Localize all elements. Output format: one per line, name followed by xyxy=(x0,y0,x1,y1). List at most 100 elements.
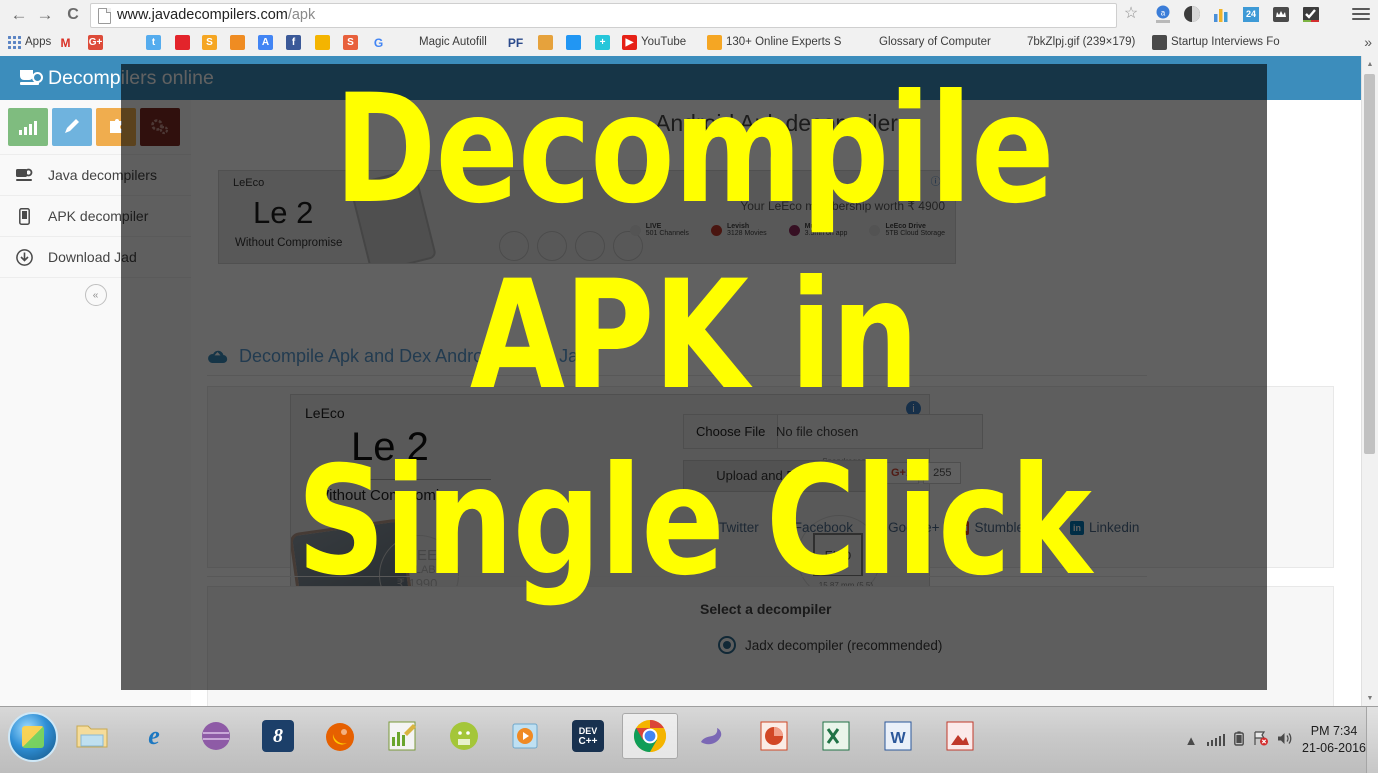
taskbar-item-sql-client[interactable] xyxy=(684,713,740,759)
water-drop-icon xyxy=(566,35,581,50)
reload-button[interactable]: C xyxy=(62,4,84,26)
chart-document-icon xyxy=(388,721,416,751)
bookmark-item[interactable]: M xyxy=(58,29,73,56)
taskbar-item-internet-explorer[interactable]: e xyxy=(126,713,182,759)
taskbar-item-image-editor[interactable] xyxy=(932,713,988,759)
apps-shortcut[interactable]: Apps xyxy=(8,29,51,56)
analytics-extension-icon[interactable] xyxy=(1210,4,1232,25)
bar-chart-icon xyxy=(19,121,37,135)
bookmark-item[interactable]: A xyxy=(258,29,273,56)
taskbar-item-excel[interactable] xyxy=(808,713,864,759)
svg-text:a: a xyxy=(1161,9,1166,18)
adsense-icon xyxy=(315,35,330,50)
taskbar-item-eight-app[interactable]: 8 xyxy=(250,713,306,759)
bookmark-item[interactable]: t xyxy=(146,29,161,56)
calendar-extension-icon[interactable]: 24 xyxy=(1240,4,1262,25)
ninja-icon xyxy=(538,35,553,50)
scroll-up-arrow-icon[interactable]: ▲ xyxy=(1362,56,1378,72)
bookmark-item[interactable]: S xyxy=(343,29,358,56)
taskbar-item-chart-editor[interactable] xyxy=(374,713,430,759)
opera-icon xyxy=(707,35,722,50)
action-center-flag-icon[interactable] xyxy=(1253,731,1269,749)
internet-explorer-icon: e xyxy=(148,721,160,750)
bookmark-item[interactable] xyxy=(118,29,133,56)
clock-time: PM 7:34 xyxy=(1310,724,1358,738)
bookmark-item[interactable] xyxy=(566,29,581,56)
bookmark-item[interactable] xyxy=(538,29,553,56)
battery-icon[interactable] xyxy=(1234,731,1244,749)
edit-tile[interactable] xyxy=(52,108,92,146)
bookmark-item[interactable] xyxy=(315,29,330,56)
adblock-extension-icon[interactable] xyxy=(1181,4,1203,25)
windows-taskbar: e 8 DEV C++ W ▲ PM 7:34 21-06-2016 xyxy=(0,706,1378,773)
sketch-icon: S xyxy=(202,35,217,50)
bookmark-item[interactable] xyxy=(175,29,190,56)
scroll-down-arrow-icon[interactable]: ▼ xyxy=(1362,690,1378,706)
firefox-icon xyxy=(326,723,354,751)
overlay-line-1: Decompile xyxy=(334,63,1054,237)
skype-icon: S xyxy=(343,35,358,50)
bookmark-item[interactable]: 7bkZlpj.gif (239×179) xyxy=(1008,29,1135,56)
apps-label: Apps xyxy=(25,36,52,48)
bookmark-item[interactable] xyxy=(230,29,245,56)
back-button[interactable]: ← xyxy=(8,4,30,26)
taskbar-item-media-player[interactable] xyxy=(498,713,554,759)
chart-tile[interactable] xyxy=(8,108,48,146)
bookmark-item[interactable]: f xyxy=(286,29,301,56)
show-desktop-button[interactable] xyxy=(1366,707,1378,773)
bookmark-item[interactable]: + xyxy=(595,29,610,56)
bookmark-item[interactable]: G+ xyxy=(88,29,103,56)
windows-start-orb[interactable] xyxy=(8,712,58,762)
media-player-icon xyxy=(512,723,538,749)
bookmark-item[interactable]: S xyxy=(202,29,217,56)
document-icon xyxy=(400,35,415,50)
browser-menu-button[interactable] xyxy=(1352,5,1370,24)
bookmark-star-icon[interactable]: ☆ xyxy=(1121,4,1141,24)
mobile-phone-icon xyxy=(14,207,34,225)
collapse-chevron-icon: « xyxy=(84,284,107,306)
forward-button[interactable]: → xyxy=(34,4,56,26)
taskbar-item-file-explorer[interactable] xyxy=(64,713,120,759)
bookmark-label: 7bkZlpj.gif (239×179) xyxy=(1027,36,1136,48)
taskbar-item-dev-cpp[interactable]: DEV C++ xyxy=(560,713,616,759)
todo-check-extension-icon[interactable] xyxy=(1300,4,1322,25)
excel-icon xyxy=(822,721,850,751)
taskbar-item-android-studio[interactable] xyxy=(436,713,492,759)
plus-tile-icon: + xyxy=(595,35,610,50)
bookmark-label: 130+ Online Experts S xyxy=(726,36,842,48)
document-icon xyxy=(118,35,133,50)
taskbar-item-purple-app[interactable] xyxy=(188,713,244,759)
bookmark-item[interactable]: Magic Autofill xyxy=(400,29,487,56)
twitter-icon: t xyxy=(146,35,161,50)
network-signal-icon[interactable] xyxy=(1206,734,1226,746)
page-scrollbar[interactable]: ▲ ▼ xyxy=(1361,56,1378,706)
bookmark-item[interactable]: PF xyxy=(508,29,523,56)
scrollbar-thumb[interactable] xyxy=(1364,74,1375,454)
taskbar-clock[interactable]: PM 7:34 21-06-2016 xyxy=(1302,723,1366,757)
bookmark-label: Glossary of Computer xyxy=(879,36,991,48)
bookmark-label: YouTube xyxy=(641,36,687,48)
address-bar-url: www.javadecompilers.com/apk xyxy=(117,7,316,23)
bookmark-item[interactable]: 130+ Online Experts S xyxy=(707,29,841,56)
bookmark-item[interactable]: ▶ YouTube xyxy=(622,29,686,56)
show-hidden-icons-arrow[interactable]: ▲ xyxy=(1185,733,1198,748)
amazon-assistant-extension-icon[interactable]: a xyxy=(1152,4,1174,25)
bookmark-item[interactable]: Glossary of Computer xyxy=(860,29,991,56)
bookmarks-overflow-button[interactable]: » xyxy=(1364,34,1372,50)
address-bar[interactable]: www.javadecompilers.com/apk xyxy=(90,3,1117,28)
word-icon: W xyxy=(884,721,912,751)
taskbar-item-google-chrome[interactable] xyxy=(622,713,678,759)
bookmark-item[interactable]: G xyxy=(371,29,386,56)
bookmark-item[interactable]: Startup Interviews Fo xyxy=(1152,29,1280,56)
gmail-icon: M xyxy=(60,35,71,50)
taskbar-item-word[interactable]: W xyxy=(870,713,926,759)
taskbar-item-powerpoint[interactable] xyxy=(746,713,802,759)
bookmark-label: Startup Interviews Fo xyxy=(1171,36,1280,48)
crown-extension-icon[interactable] xyxy=(1270,4,1292,25)
volume-speaker-icon[interactable] xyxy=(1277,731,1293,749)
page-info-icon xyxy=(98,8,111,24)
taskbar-item-firefox[interactable] xyxy=(312,713,368,759)
powerpoint-icon xyxy=(760,721,788,751)
dev-cpp-icon: DEV C++ xyxy=(572,720,604,752)
acrobat-icon: A xyxy=(258,35,273,50)
